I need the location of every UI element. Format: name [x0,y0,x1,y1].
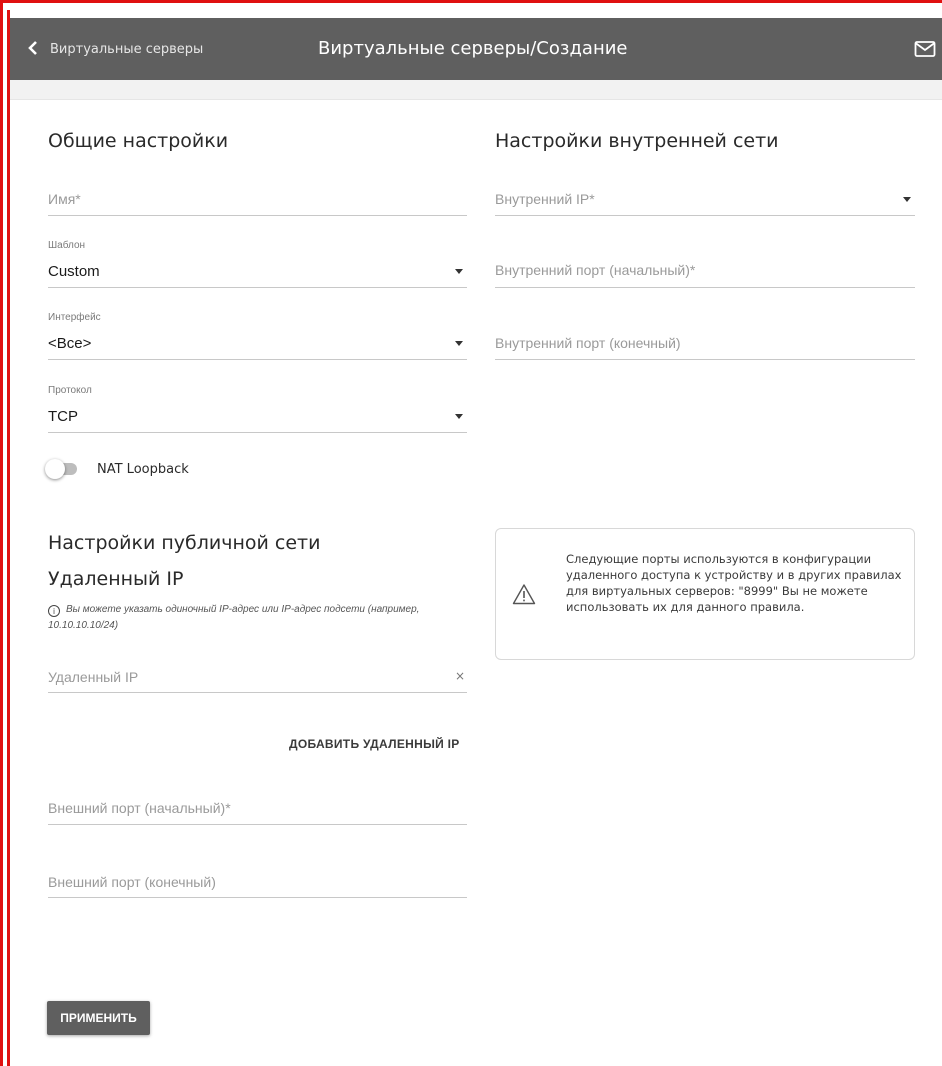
interface-select[interactable]: Интерфейс <Все> [48,310,467,360]
toggle-track[interactable] [45,459,77,479]
interface-value: <Все> [48,335,92,352]
envelope-icon[interactable] [914,39,936,59]
caret-down-icon [455,341,463,346]
toggle-knob[interactable] [45,459,65,479]
remote-ip-hint: i Вы можете указать одиночный IP-адрес ил… [48,602,468,634]
clear-icon[interactable]: × [455,669,465,683]
add-remote-ip-button[interactable]: ДОБАВИТЬ УДАЛЕННЫЙ IP [289,737,460,751]
caret-down-icon [903,197,911,202]
protocol-value: TCP [48,408,78,425]
internal-port-start-field[interactable]: Внутренний порт (начальный)* [495,257,915,288]
window-border-left [0,0,3,1066]
caret-down-icon [455,414,463,419]
external-port-start-placeholder: Внешний порт (начальный)* [48,800,231,816]
name-field[interactable]: Имя* [48,186,467,216]
protocol-label: Протокол [48,385,92,396]
internal-port-end-field[interactable]: Внутренний порт (конечный) [495,330,915,360]
chevron-left-icon [26,40,40,59]
top-bar: Виртуальные серверы Виртуальные серверы/… [10,18,942,80]
ports-warning-text: Следующие порты используются в конфигура… [566,552,902,614]
remote-ip-heading: Удаленный IP [48,568,184,590]
external-port-end-field[interactable]: Внешний порт (конечный) [48,868,467,898]
internal-settings-heading: Настройки внутренней сети [495,130,779,152]
page-title: Виртуальные серверы/Создание [318,38,628,59]
internal-port-start-placeholder: Внутренний порт (начальный)* [495,262,696,278]
ports-warning-box: Следующие порты используются в конфигура… [495,528,915,660]
warning-triangle-icon [512,583,536,605]
template-value: Custom [48,263,100,280]
remote-ip-placeholder: Удаленный IP [48,669,139,685]
template-label: Шаблон [48,240,86,251]
protocol-select[interactable]: Протокол TCP [48,383,467,433]
general-settings-heading: Общие настройки [48,130,229,152]
external-port-start-field[interactable]: Внешний порт (начальный)* [48,795,467,825]
nat-loopback-label: NAT Loopback [97,461,189,477]
template-select[interactable]: Шаблон Custom [48,238,467,288]
nat-loopback-toggle[interactable]: NAT Loopback [45,458,189,480]
back-link-label: Виртуальные серверы [50,41,204,57]
internal-ip-select[interactable]: Внутренний IP* [495,186,915,216]
caret-down-icon [455,269,463,274]
external-port-end-placeholder: Внешний порт (конечный) [48,874,216,890]
apply-button[interactable]: ПРИМЕНИТЬ [47,1001,150,1035]
info-circle-icon: i [48,605,60,617]
sub-bar [10,80,942,100]
back-link[interactable]: Виртуальные серверы [26,18,203,80]
internal-ip-placeholder: Внутренний IP* [495,191,595,207]
window-border-top [0,0,942,3]
public-settings-heading: Настройки публичной сети [48,532,321,554]
remote-ip-field[interactable]: Удаленный IP × [48,664,467,693]
internal-port-end-placeholder: Внутренний порт (конечный) [495,335,681,351]
interface-label: Интерфейс [48,312,101,323]
name-placeholder: Имя* [48,191,81,207]
window-border-inner [7,10,10,1066]
remote-ip-hint-text: Вы можете указать одиночный IP-адрес или… [48,604,420,631]
